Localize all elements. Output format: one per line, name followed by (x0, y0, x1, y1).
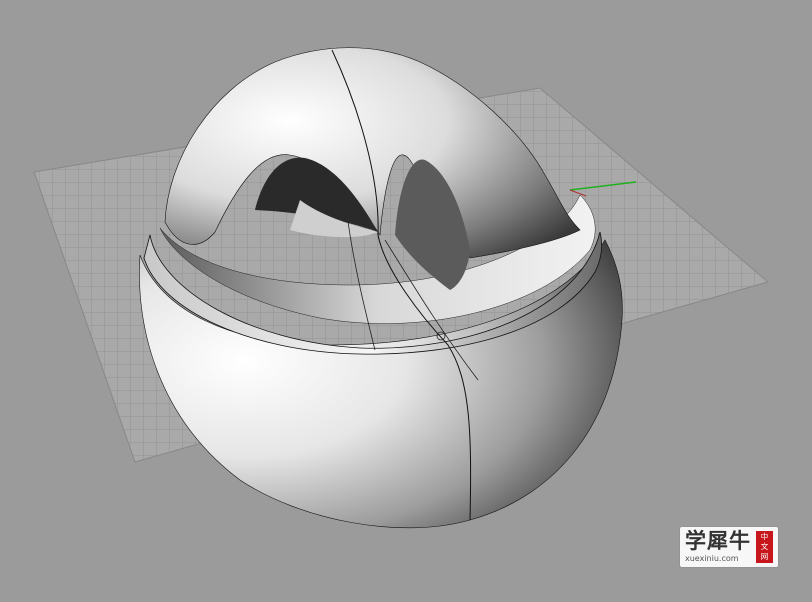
seal-char-3: 网 (760, 552, 769, 561)
rhino-perspective-viewport[interactable]: 学犀牛 xuexiniu.com 中 文 网 (0, 0, 812, 602)
watermark-seal: 中 文 网 (756, 531, 773, 563)
watermark-title: 学犀牛 (685, 528, 751, 553)
watermark-url: xuexiniu.com (685, 554, 739, 563)
seal-char-1: 中 (760, 532, 769, 541)
seal-char-2: 文 (760, 542, 769, 551)
xuexiniu-watermark: 学犀牛 xuexiniu.com 中 文 网 (680, 527, 778, 567)
viewport-scene[interactable] (0, 0, 812, 602)
